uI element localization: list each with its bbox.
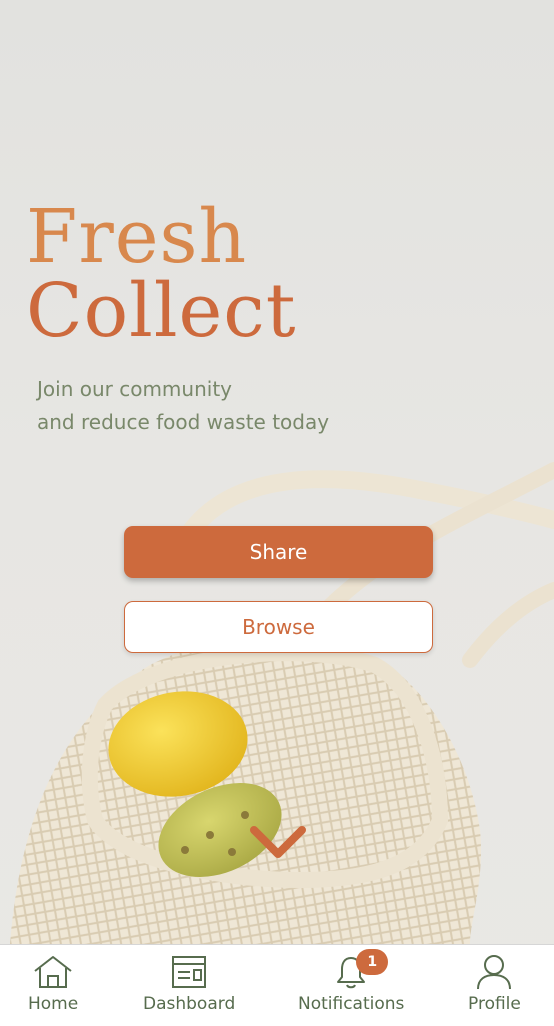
home-icon [34, 956, 72, 988]
landing-screen: Fresh Collect Join our community and red… [0, 0, 554, 1026]
app-title: Fresh Collect [26, 200, 296, 348]
nav-label-notifications: Notifications [298, 994, 405, 1014]
app-title-line-1: Fresh [26, 194, 248, 280]
bottom-nav: Home Dashboard 1 Notifications Profile [0, 944, 554, 1026]
nav-label-home: Home [28, 994, 79, 1014]
nav-item-notifications[interactable]: 1 Notifications [298, 949, 405, 1014]
app-title-line-2: Collect [26, 268, 297, 354]
tagline-line-2: and reduce food waste today [37, 410, 330, 434]
nav-item-profile[interactable]: Profile [468, 953, 521, 1014]
browse-button[interactable]: Browse [124, 601, 433, 653]
background-photo [10, 462, 554, 944]
notification-badge: 1 [356, 949, 389, 975]
nav-label-dashboard: Dashboard [143, 994, 236, 1014]
dashboard-icon [172, 956, 207, 988]
nav-item-home[interactable]: Home [28, 953, 78, 1014]
nav-label-profile: Profile [468, 994, 521, 1014]
tagline: Join our community and reduce food waste… [37, 373, 329, 439]
tagline-line-1: Join our community [37, 377, 232, 401]
nav-item-dashboard[interactable]: Dashboard [143, 953, 235, 1014]
user-icon [477, 955, 512, 990]
chevron-down-icon[interactable] [248, 822, 308, 862]
share-button[interactable]: Share [124, 526, 433, 578]
